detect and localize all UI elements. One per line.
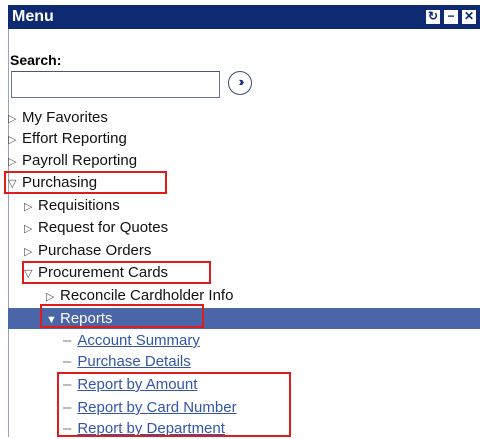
highlight-box-purchasing (4, 171, 167, 194)
menu-item-label: My Favorites (22, 109, 108, 126)
leaf-dash: – (63, 353, 72, 370)
refresh-icon[interactable]: ↻ (426, 10, 440, 24)
collapsed-triangle-icon: ▷ (24, 223, 33, 235)
collapsed-triangle-icon: ▷ (8, 156, 17, 168)
menu-item-effort-reporting[interactable]: ▷ Effort Reporting (8, 128, 480, 149)
highlight-box-procurement-cards (22, 261, 211, 284)
menu-item-label: Reconcile Cardholder Info (60, 287, 234, 304)
menu-item-payroll-reporting[interactable]: ▷ Payroll Reporting (8, 150, 480, 171)
purchase-details-link[interactable]: Purchase Details (77, 353, 190, 370)
collapsed-triangle-icon: ▷ (8, 134, 17, 146)
menu-item-my-favorites[interactable]: ▷ My Favorites (8, 107, 480, 128)
menu-item-label: Request for Quotes (38, 219, 169, 236)
search-go-button[interactable]: ›› (228, 71, 252, 95)
search-input[interactable] (11, 71, 220, 98)
menu-title: Menu (12, 8, 54, 25)
report-link-item: – Account Summary (63, 331, 200, 351)
menu-header: Menu ↻ − ✕ (8, 5, 480, 29)
menu-item-reconcile-cardholder-info[interactable]: ▷ Reconcile Cardholder Info (8, 285, 480, 306)
menu-item-label: Requisitions (38, 197, 120, 214)
menu-item-purchase-orders[interactable]: ▷ Purchase Orders (8, 240, 480, 261)
menu-item-label: Payroll Reporting (22, 152, 138, 169)
menu-item-request-for-quotes[interactable]: ▷ Request for Quotes (8, 217, 480, 238)
menu-item-label: Purchase Orders (38, 242, 152, 259)
leaf-dash: – (63, 332, 72, 349)
collapsed-triangle-icon: ▷ (24, 246, 33, 258)
highlight-box-reports (40, 304, 204, 328)
report-link-item: – Purchase Details (63, 352, 191, 372)
menu-item-label: Effort Reporting (22, 130, 127, 147)
minimize-icon[interactable]: − (444, 10, 458, 24)
account-summary-link[interactable]: Account Summary (77, 332, 200, 349)
close-icon[interactable]: ✕ (462, 10, 476, 24)
highlight-box-report-links (57, 372, 291, 437)
collapsed-triangle-icon: ▷ (24, 201, 33, 213)
search-label: Search: (10, 52, 62, 68)
menu-item-requisitions[interactable]: ▷ Requisitions (8, 195, 480, 216)
double-chevron-right-icon: ›› (238, 74, 244, 89)
collapsed-triangle-icon: ▷ (8, 113, 17, 125)
